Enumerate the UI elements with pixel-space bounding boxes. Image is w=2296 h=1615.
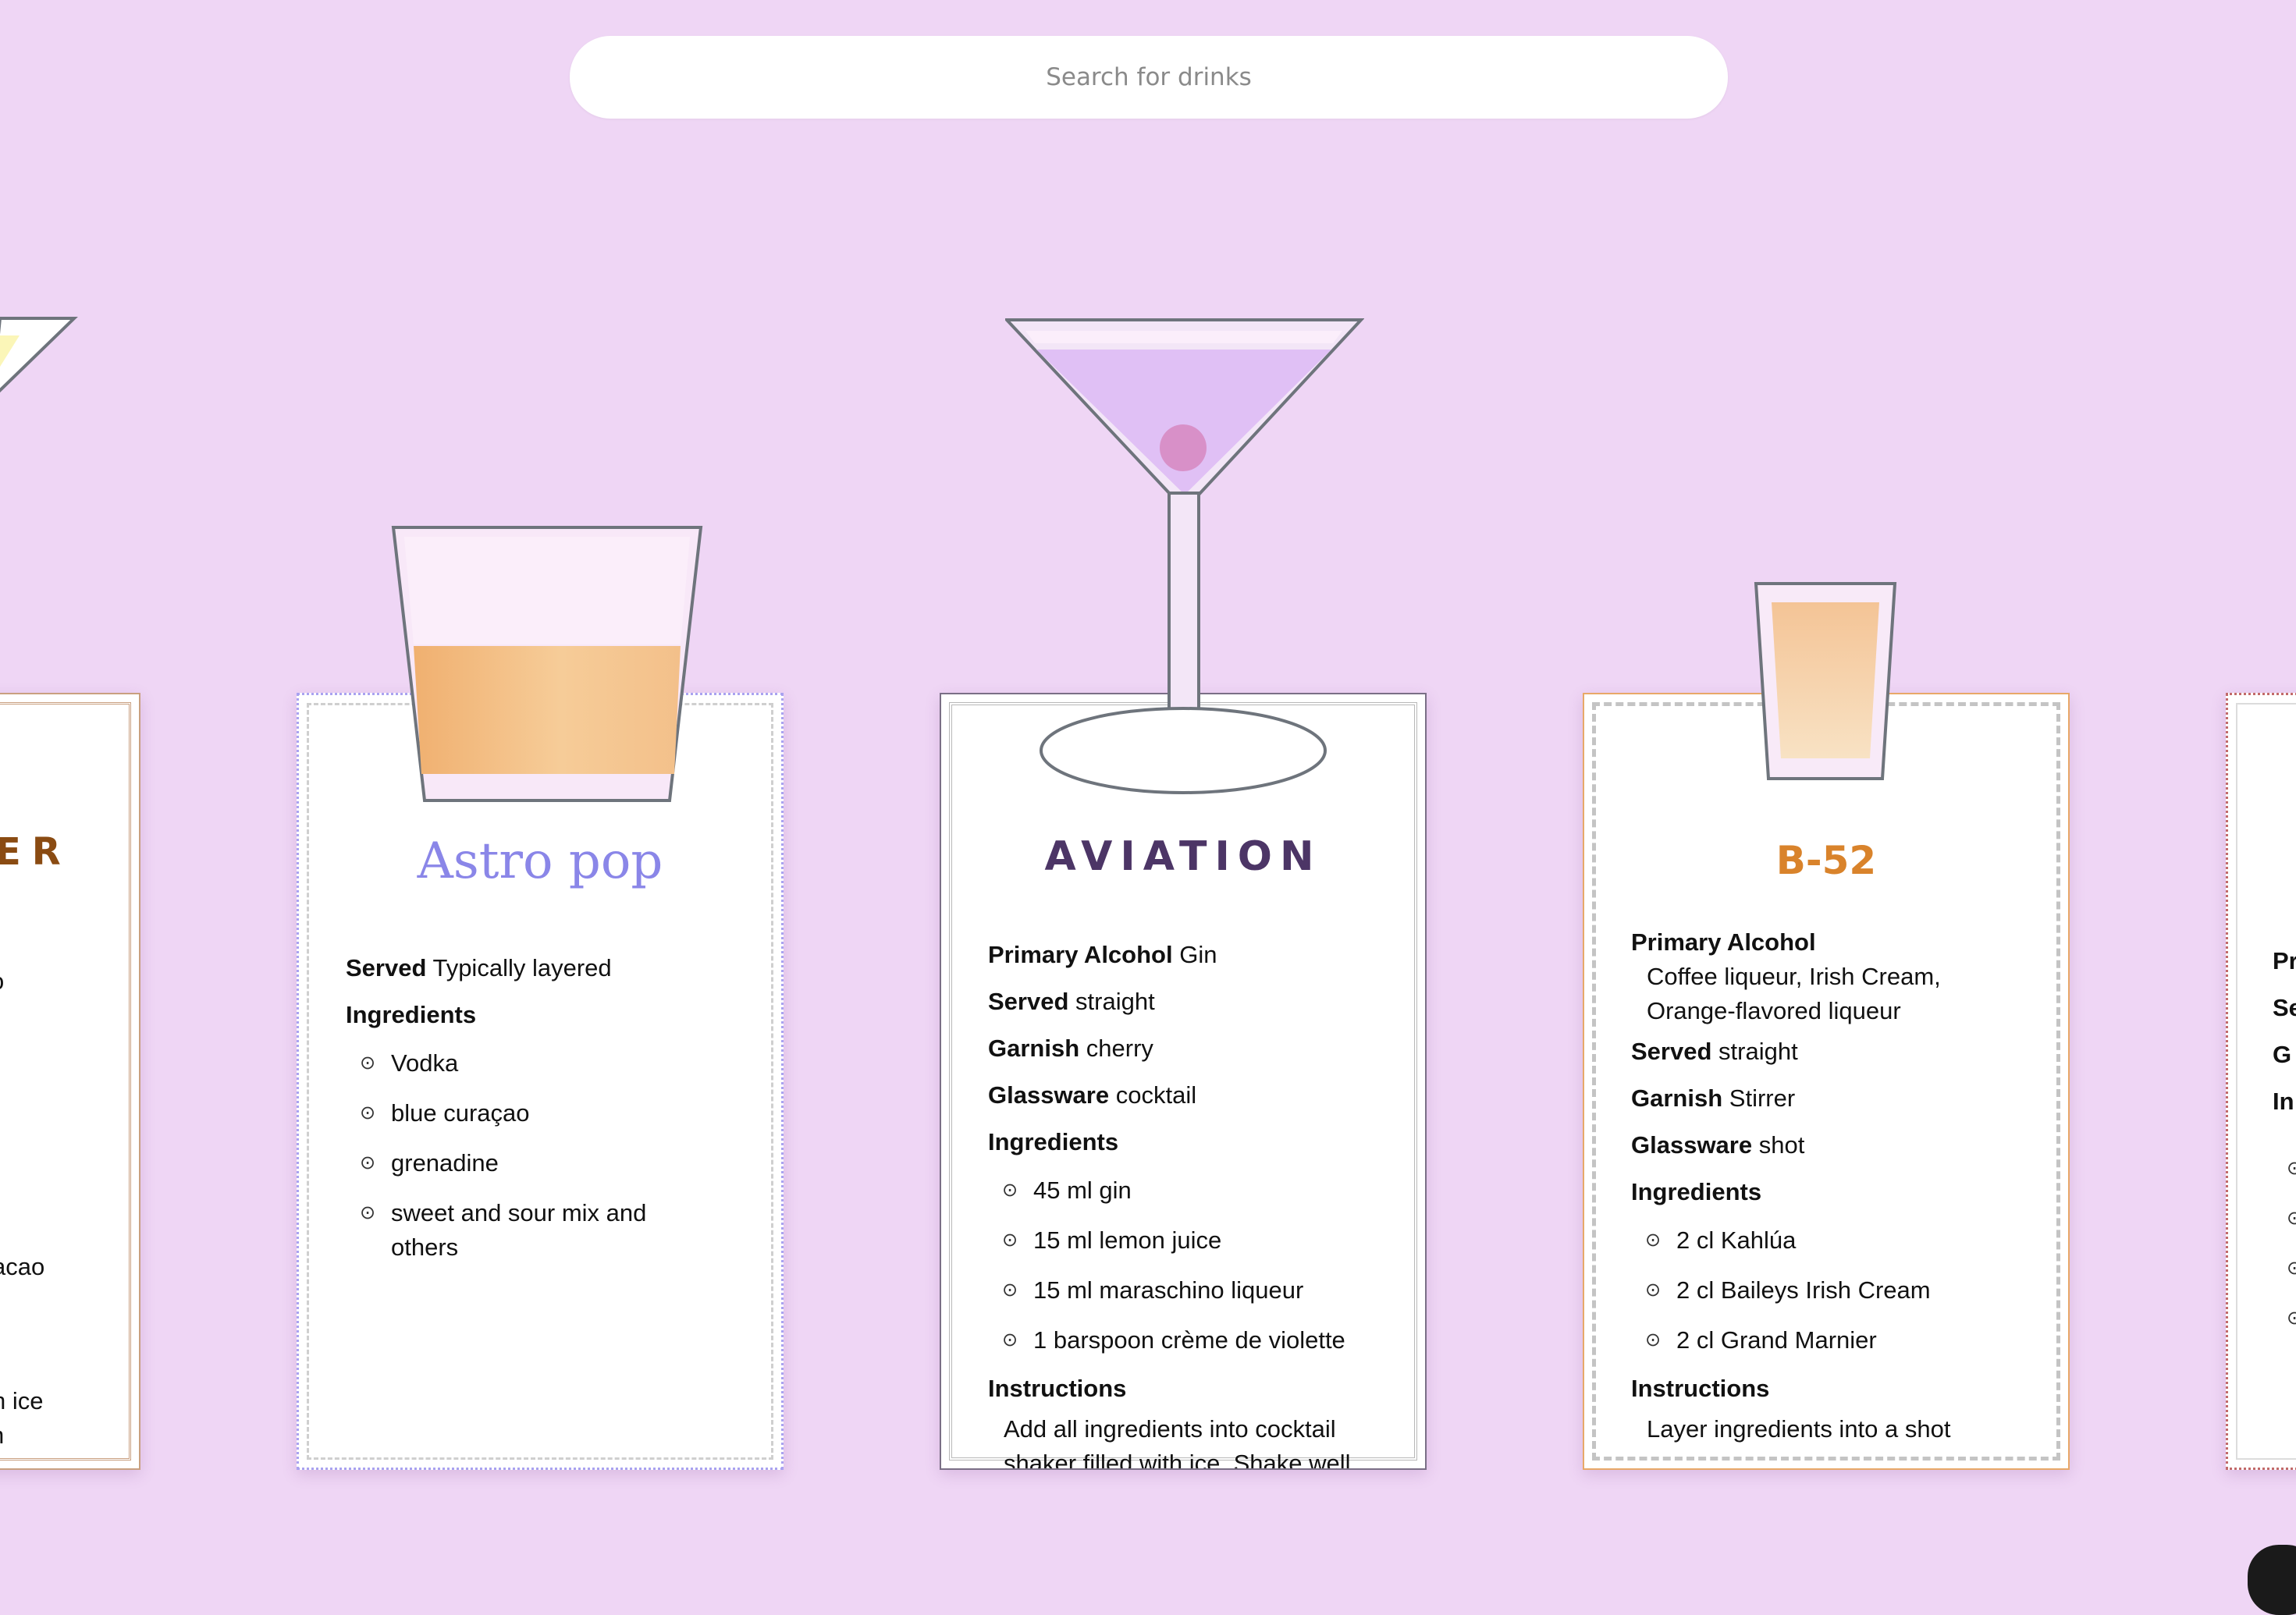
bullet-icon: ⊙ <box>1002 1230 1018 1251</box>
ingredients-label: Ingredients <box>1631 1178 1762 1205</box>
primary-alcohol-value: Gin <box>1179 941 1217 968</box>
partial-card-right-fragment: G <box>2273 1041 2292 1068</box>
bullet-icon: ⊙ <box>360 1052 376 1074</box>
bullet-icon: ⊙ <box>360 1152 376 1173</box>
ingredients-label: Ingredients <box>346 1001 477 1028</box>
bullet-icon: ⊙ <box>1002 1180 1018 1201</box>
list-item: ⊙ 2 cl Grand Marnier <box>1631 1315 2037 1365</box>
shot-glass-icon <box>1754 582 1897 780</box>
partial-card-left-fragment: n <box>0 1422 4 1450</box>
list-item: ⊙ 15 ml lemon juice <box>988 1216 1409 1265</box>
ingredients-list: ⊙ 45 ml gin ⊙ 15 ml lemon juice ⊙ 15 ml mar… <box>988 1166 1409 1365</box>
list-item: ⊙ sweet and sour mix and others <box>346 1188 695 1265</box>
drink-card-partial-right[interactable] <box>2226 693 2296 1470</box>
served-value: Typically layered <box>432 954 612 981</box>
garnish-value: cherry <box>1086 1035 1153 1062</box>
ingredients-list: ⊙ Vodka ⊙ blue curaçao ⊙ grenadine ⊙ sweet a… <box>346 1038 750 1265</box>
glassware-value: cocktail <box>1115 1081 1197 1109</box>
card-title: Astro pop <box>417 832 663 890</box>
garnish-label: Garnish <box>1631 1084 1723 1112</box>
list-item: ⊙ grenadine <box>346 1138 750 1188</box>
served-label: Served <box>988 988 1069 1015</box>
partial-card-right-fragment: In <box>2273 1088 2294 1115</box>
glassware-value: shot <box>1758 1131 1805 1159</box>
primary-alcohol-value: Coffee liqueur, Irish Cream, Orange-flav… <box>1647 963 1941 1024</box>
bullet-icon: ⊙ <box>1002 1280 1018 1301</box>
partial-card-left-fragment: o <box>0 967 4 996</box>
window-corner <box>2248 1545 2296 1615</box>
instructions-label: Instructions <box>1631 1375 1770 1402</box>
bullet-icon: ⊙ <box>360 1102 376 1123</box>
list-item: ⊙ blue curaçao <box>346 1088 750 1138</box>
bullet-icon: ⊙ <box>1645 1329 1662 1351</box>
served-value: straight <box>1075 988 1155 1015</box>
list-item: ⊙ 15 ml maraschino liqueur <box>988 1265 1409 1315</box>
cocktail-glass-icon <box>1005 318 1364 794</box>
list-item: ⊙ 1 barspoon crème de violette <box>988 1315 1409 1365</box>
bullet-icon: ⊙ <box>1645 1280 1662 1301</box>
drink-card-partial-left[interactable]: ER <box>0 693 140 1470</box>
partial-card-right-bullets: ⊙ ⊙ ⊙ ⊙ <box>2287 1158 2296 1329</box>
partial-card-right-fragment: Se <box>2273 994 2296 1021</box>
served-value: straight <box>1718 1038 1798 1065</box>
card-title: AVIATION <box>1044 833 1322 880</box>
served-label: Served <box>1631 1038 1712 1065</box>
served-label: Served <box>346 954 427 981</box>
instructions-text: Layer ingredients into a shot <box>1647 1415 1951 1443</box>
instructions-text: Add all ingredients into cocktail shaker… <box>1004 1415 1351 1470</box>
glassware-label: Glassware <box>1631 1131 1753 1159</box>
partial-card-left-title: ER <box>0 830 72 874</box>
primary-alcohol-label: Primary Alcohol <box>988 941 1173 968</box>
glassware-label: Glassware <box>988 1081 1110 1109</box>
drink-card-astro-pop[interactable]: Astro pop Served Typically layered Ingre… <box>297 693 784 1470</box>
instructions-label: Instructions <box>988 1375 1127 1402</box>
bullet-icon: ⊙ <box>1002 1329 1018 1351</box>
partial-card-right-fragment: Pr <box>2273 947 2296 974</box>
list-item: ⊙ Vodka <box>346 1038 750 1088</box>
cocktail-glass-partial-icon <box>0 317 78 393</box>
drink-card-b-52[interactable]: B-52 Primary Alcohol Coffee liqueur, Iri… <box>1583 693 2070 1470</box>
garnish-value: Stirrer <box>1729 1084 1796 1112</box>
ingredients-label: Ingredients <box>988 1128 1119 1155</box>
list-item: ⊙ 45 ml gin <box>988 1166 1409 1216</box>
bullet-icon: ⊙ <box>360 1202 376 1223</box>
partial-card-left-fragment: acao <box>0 1253 45 1280</box>
bullet-icon: ⊙ <box>1645 1230 1662 1251</box>
drink-card-aviation[interactable]: AVIATION Primary Alcohol Gin Served stra… <box>940 693 1427 1470</box>
list-item: ⊙ 2 cl Kahlúa <box>1631 1216 2037 1265</box>
garnish-label: Garnish <box>988 1035 1080 1062</box>
rocks-glass-icon <box>391 526 703 802</box>
primary-alcohol-label: Primary Alcohol <box>1631 928 1816 956</box>
partial-card-left-fragment: h ice <box>0 1387 44 1414</box>
card-title: B-52 <box>1775 838 1877 883</box>
search-input[interactable] <box>570 36 1728 119</box>
list-item: ⊙ 2 cl Baileys Irish Cream <box>1631 1265 2037 1315</box>
ingredients-list: ⊙ 2 cl Kahlúa ⊙ 2 cl Baileys Irish Cream ⊙… <box>1631 1216 2037 1365</box>
